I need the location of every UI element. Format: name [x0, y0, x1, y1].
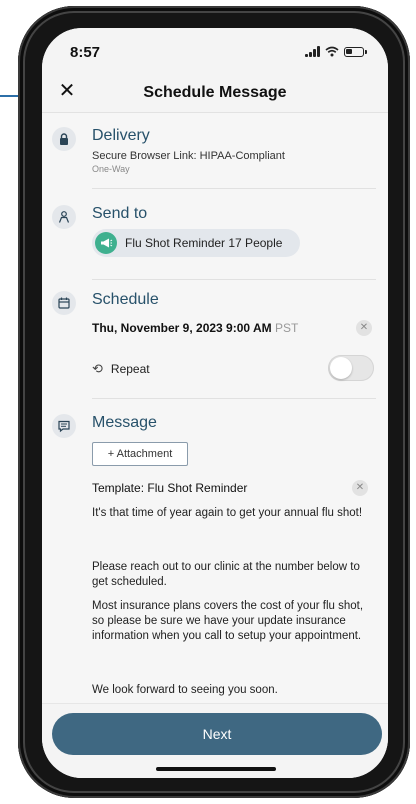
- delivery-title: Delivery: [92, 127, 150, 144]
- wifi-icon: [325, 46, 339, 57]
- calendar-icon: [52, 291, 76, 315]
- clear-template-button[interactable]: ✕: [352, 480, 368, 496]
- repeat-label: Repeat: [110, 362, 150, 376]
- status-icons: [305, 46, 367, 57]
- delivery-method: Secure Browser Link: HIPAA-Compliant: [92, 150, 285, 162]
- home-indicator: [156, 767, 276, 771]
- battery-icon: [344, 46, 367, 57]
- form-content: Delivery Secure Browser Link: HIPAA-Comp…: [42, 113, 388, 703]
- template-label: Template: Flu Shot Reminder: [92, 481, 248, 495]
- delivery-direction: One-Way: [92, 164, 130, 174]
- top-bar: ✕ Schedule Message: [42, 72, 388, 113]
- divider: [92, 279, 376, 280]
- send-to-title: Send to: [92, 205, 148, 222]
- schedule-datetime[interactable]: Thu, November 9, 2023 9:00 AM PST: [92, 321, 298, 335]
- lock-icon: [52, 127, 76, 151]
- repeat-icon: ⟲: [92, 361, 103, 376]
- status-time: 8:57: [70, 44, 101, 61]
- repeat-toggle[interactable]: [328, 355, 374, 381]
- message-title: Message: [92, 414, 157, 431]
- next-button[interactable]: Next: [52, 713, 382, 755]
- message-paragraph: Please reach out to our clinic at the nu…: [92, 561, 360, 588]
- person-icon: [52, 205, 76, 229]
- footer-bar: Next: [42, 703, 388, 778]
- recipient-chip[interactable]: Flu Shot Reminder 17 People: [92, 229, 300, 257]
- clear-schedule-button[interactable]: ✕: [356, 320, 372, 336]
- toggle-knob: [330, 357, 352, 379]
- message-paragraph: It's that time of year again to get your…: [92, 507, 363, 519]
- status-bar: 8:57: [42, 28, 388, 72]
- page-title: Schedule Message: [143, 84, 287, 101]
- message-icon: [52, 414, 76, 438]
- phone-screen: 8:57 ✕ Schedule Message Delivery Secure …: [42, 28, 388, 778]
- signal-icon: [305, 46, 320, 57]
- schedule-timezone: PST: [274, 321, 299, 335]
- recipient-chip-label: Flu Shot Reminder 17 People: [125, 236, 283, 250]
- schedule-datetime-value: Thu, November 9, 2023 9:00 AM: [92, 321, 272, 335]
- add-attachment-button[interactable]: + Attachment: [92, 442, 188, 466]
- repeat-row: ⟲ Repeat: [92, 361, 150, 377]
- message-paragraph: We look forward to seeing you soon.: [92, 684, 278, 696]
- divider: [92, 188, 376, 189]
- divider: [92, 398, 376, 399]
- message-paragraph: Most insurance plans covers the cost of …: [92, 600, 364, 642]
- schedule-title: Schedule: [92, 291, 159, 308]
- megaphone-icon: [95, 232, 117, 254]
